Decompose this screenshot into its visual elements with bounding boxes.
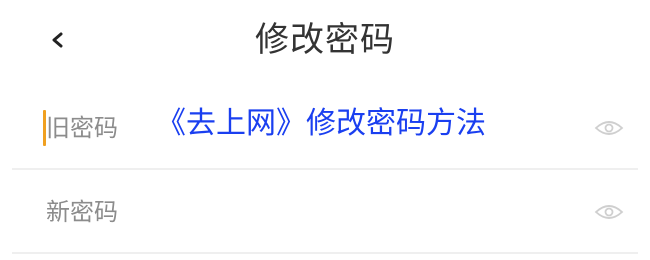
new-password-input[interactable] [42,186,586,240]
new-password-toggle-visibility-button[interactable] [592,198,626,226]
change-password-page: 修改密码 旧密码 新密码 《去上网》修改密码方法 [0,0,650,260]
divider [12,168,638,170]
overlay-caption: 《去上网》修改密码方法 [156,106,486,141]
eye-icon [594,205,624,219]
page-title: 修改密码 [255,20,395,60]
new-password-row: 新密码 [12,172,638,254]
old-password-toggle-visibility-button[interactable] [592,114,626,142]
divider [12,252,638,254]
nav-bar: 修改密码 [0,0,650,84]
eye-icon [594,121,624,135]
